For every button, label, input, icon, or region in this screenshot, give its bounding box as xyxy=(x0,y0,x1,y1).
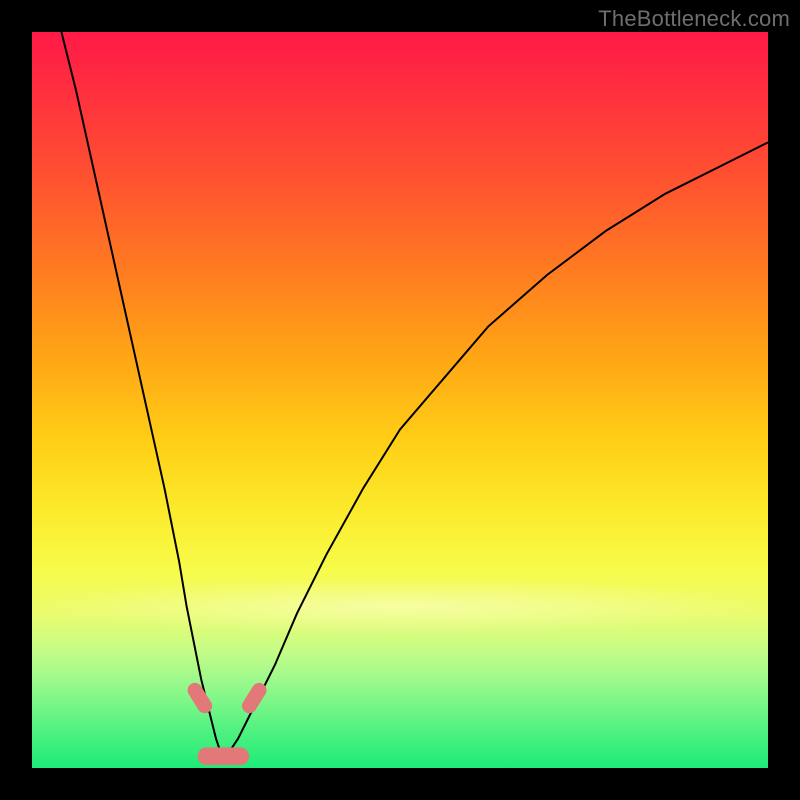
vertex-marker-2 xyxy=(198,747,250,765)
outer-frame: TheBottleneck.com xyxy=(0,0,800,800)
curve-layer xyxy=(32,32,768,768)
plot-area xyxy=(32,32,768,768)
left-curve xyxy=(61,32,223,761)
right-curve xyxy=(223,142,768,760)
watermark-text: TheBottleneck.com xyxy=(598,6,790,32)
vertex-markers xyxy=(185,680,269,765)
vertex-marker-0 xyxy=(185,680,215,716)
